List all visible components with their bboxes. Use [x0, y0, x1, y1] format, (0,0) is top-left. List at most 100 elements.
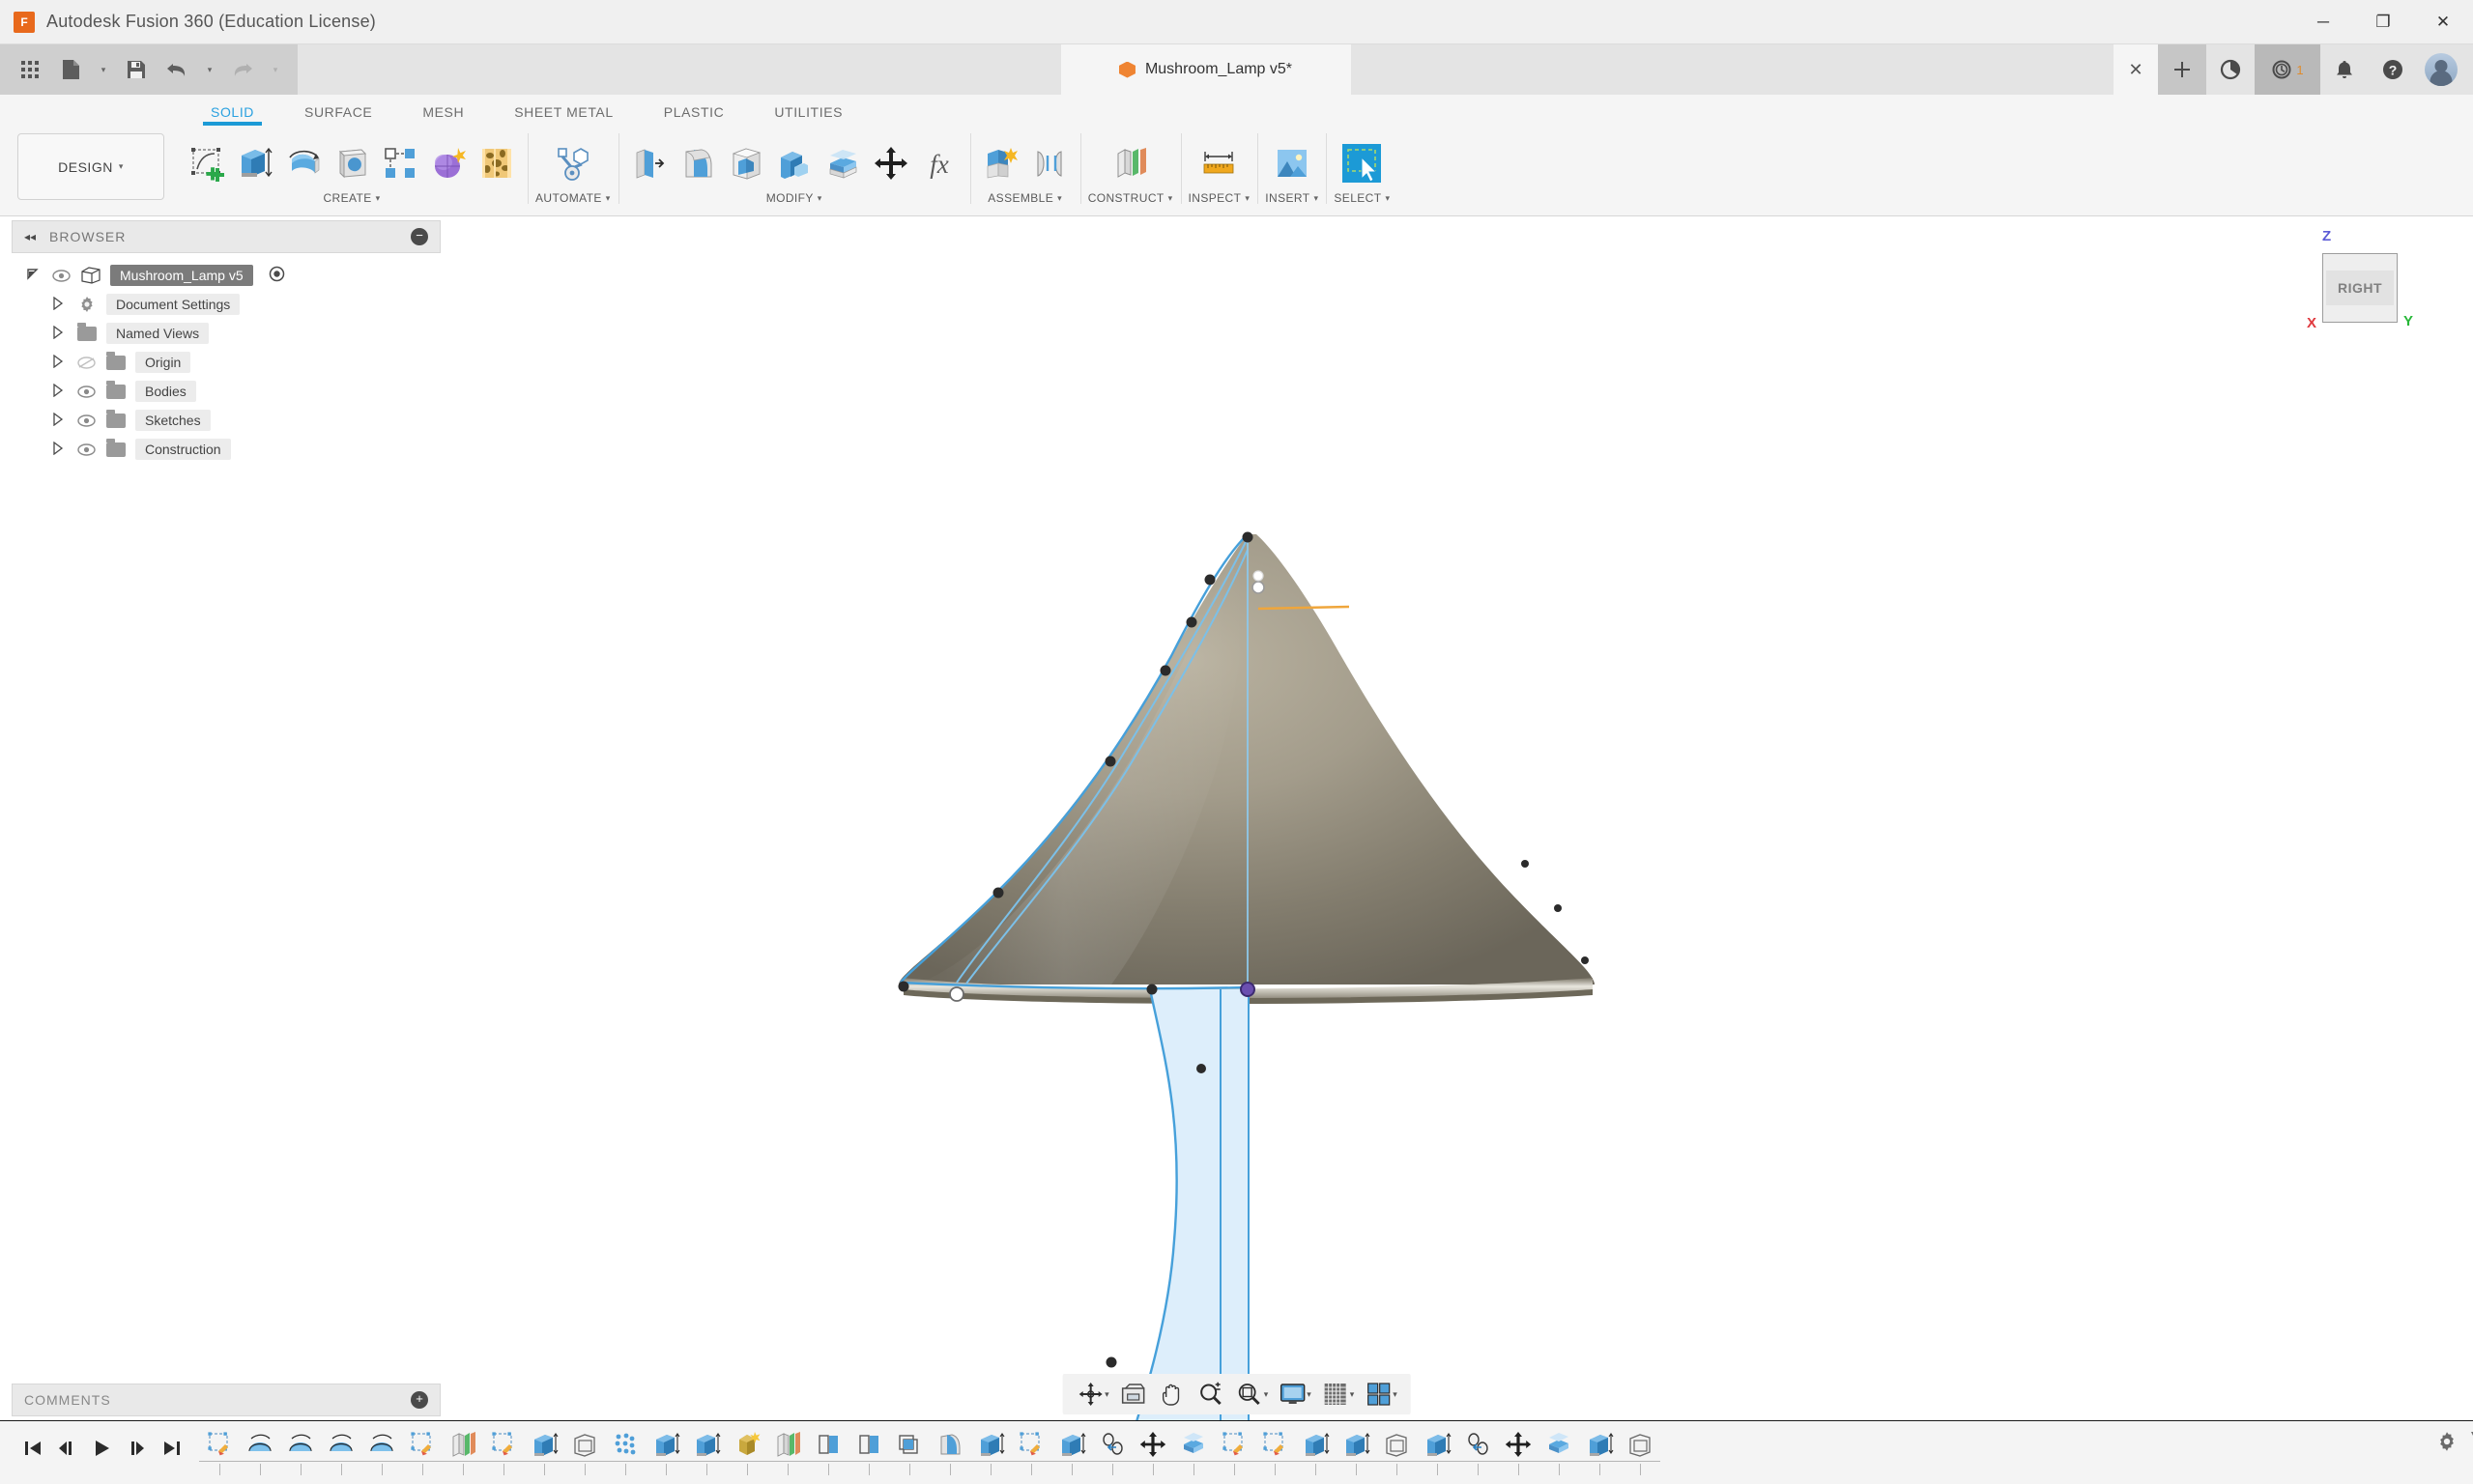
- tree-item-origin[interactable]: Origin: [23, 348, 443, 377]
- undo-icon[interactable]: [157, 44, 197, 95]
- new-component-icon[interactable]: [978, 137, 1024, 189]
- timeline-feature-35[interactable]: [1620, 1425, 1660, 1475]
- timeline-feature-32[interactable]: [1498, 1425, 1538, 1475]
- tab-mesh[interactable]: MESH: [397, 104, 489, 126]
- extrude-icon[interactable]: [232, 137, 278, 189]
- timeline-feature-29[interactable]: [1376, 1425, 1417, 1475]
- timeline-feature-18[interactable]: [930, 1425, 970, 1475]
- visibility-eye-icon[interactable]: [50, 270, 72, 282]
- move-copy-icon[interactable]: [868, 137, 914, 189]
- visibility-eye-off-icon[interactable]: [75, 357, 97, 369]
- panel-insert-label[interactable]: INSERT ▾: [1265, 191, 1318, 205]
- canvas-area[interactable]: ◂◂ BROWSER − Mushroom_Lamp v5: [0, 216, 2473, 1420]
- view-cube[interactable]: Z X Y RIGHT: [2287, 226, 2423, 342]
- view-cube-face[interactable]: RIGHT: [2322, 253, 2398, 323]
- timeline-feature-25[interactable]: [1214, 1425, 1254, 1475]
- tree-item-bodies[interactable]: Bodies: [23, 377, 443, 406]
- redo-icon[interactable]: [222, 44, 263, 95]
- timeline-feature-26[interactable]: [1254, 1425, 1295, 1475]
- panel-select-label[interactable]: SELECT ▾: [1334, 191, 1390, 205]
- browser-minimize-button[interactable]: −: [411, 228, 428, 245]
- step-back-icon[interactable]: [52, 1429, 83, 1468]
- mesh-pattern-icon[interactable]: [474, 137, 520, 189]
- timeline-feature-19[interactable]: [970, 1425, 1011, 1475]
- timeline-settings-gear-icon[interactable]: [2436, 1421, 2473, 1457]
- combine-icon[interactable]: [771, 137, 818, 189]
- panel-modify-label[interactable]: MODIFY ▾: [766, 191, 822, 205]
- undo-caret-icon[interactable]: ▾: [197, 44, 222, 95]
- timeline-feature-6[interactable]: [443, 1425, 483, 1475]
- timeline-feature-5[interactable]: [402, 1425, 443, 1475]
- timeline-feature-10[interactable]: [605, 1425, 646, 1475]
- timeline-feature-34[interactable]: [1579, 1425, 1620, 1475]
- visibility-eye-icon[interactable]: [75, 443, 97, 456]
- pan-icon[interactable]: [1154, 1378, 1191, 1411]
- add-comment-button[interactable]: +: [411, 1391, 428, 1409]
- tree-item-mushroom-lamp[interactable]: Mushroom_Lamp v5: [23, 261, 443, 290]
- expand-arrow-icon[interactable]: [48, 413, 68, 429]
- visibility-eye-icon[interactable]: [75, 385, 97, 398]
- orbit-caret-icon[interactable]: ▾: [1105, 1389, 1109, 1400]
- expand-arrow-icon[interactable]: [48, 326, 68, 342]
- timeline-feature-0[interactable]: [199, 1425, 240, 1475]
- document-tab-mushroom-lamp[interactable]: Mushroom_Lamp v5*: [1061, 44, 1351, 95]
- expand-arrow-icon[interactable]: [48, 297, 68, 313]
- insert-image-icon[interactable]: [1269, 137, 1315, 189]
- display-settings-icon[interactable]: [1274, 1378, 1310, 1411]
- revolve-icon[interactable]: [280, 137, 327, 189]
- timeline-feature-9[interactable]: [564, 1425, 605, 1475]
- expand-arrow-icon[interactable]: [48, 384, 68, 400]
- press-pull-icon[interactable]: [626, 137, 673, 189]
- timeline-feature-28[interactable]: [1336, 1425, 1376, 1475]
- close-tab-button[interactable]: ✕: [2114, 44, 2158, 95]
- tab-surface[interactable]: SURFACE: [279, 104, 397, 126]
- panel-create-label[interactable]: CREATE ▾: [323, 191, 380, 205]
- go-to-end-icon[interactable]: [157, 1429, 187, 1468]
- minimize-button[interactable]: ─: [2293, 0, 2353, 43]
- timeline-feature-11[interactable]: [646, 1425, 686, 1475]
- stem-sketch-profile[interactable]: [1109, 985, 1249, 1420]
- job-status-button[interactable]: 1: [2255, 44, 2320, 95]
- panel-automate-label[interactable]: AUTOMATE ▾: [535, 191, 611, 205]
- tab-plastic[interactable]: PLASTIC: [639, 104, 750, 126]
- grid-snaps-caret-icon[interactable]: ▾: [1350, 1389, 1355, 1400]
- zoom-window-caret-icon[interactable]: ▾: [1264, 1389, 1269, 1400]
- display-settings-caret-icon[interactable]: ▾: [1307, 1389, 1311, 1400]
- new-document-icon[interactable]: [50, 44, 91, 95]
- workspace-selector[interactable]: DESIGN ▾: [17, 133, 164, 200]
- pattern-icon[interactable]: [377, 137, 423, 189]
- mushroom-cap[interactable]: [899, 534, 1595, 1004]
- redo-caret-icon[interactable]: ▾: [263, 44, 288, 95]
- timeline-feature-27[interactable]: [1295, 1425, 1336, 1475]
- measure-icon[interactable]: [1195, 137, 1242, 189]
- timeline-feature-17[interactable]: [889, 1425, 930, 1475]
- save-icon[interactable]: [116, 44, 157, 95]
- timeline-feature-20[interactable]: [1011, 1425, 1051, 1475]
- panel-construct-label[interactable]: CONSTRUCT ▾: [1088, 191, 1173, 205]
- timeline-feature-12[interactable]: [686, 1425, 727, 1475]
- extensions-icon[interactable]: [2206, 44, 2255, 95]
- timeline-feature-33[interactable]: [1538, 1425, 1579, 1475]
- zoom-window-icon[interactable]: [1231, 1378, 1268, 1411]
- timeline-feature-24[interactable]: [1173, 1425, 1214, 1475]
- timeline-feature-13[interactable]: [727, 1425, 767, 1475]
- create-form-icon[interactable]: [425, 137, 472, 189]
- timeline-feature-15[interactable]: [808, 1425, 848, 1475]
- timeline-feature-14[interactable]: [767, 1425, 808, 1475]
- timeline-feature-4[interactable]: [361, 1425, 402, 1475]
- visibility-eye-icon[interactable]: [75, 414, 97, 427]
- new-tab-button[interactable]: [2158, 44, 2206, 95]
- new-document-caret-icon[interactable]: ▾: [91, 44, 116, 95]
- avatar[interactable]: [2425, 53, 2458, 86]
- sweep-icon[interactable]: [329, 137, 375, 189]
- timeline-feature-1[interactable]: [240, 1425, 280, 1475]
- orbit-icon[interactable]: [1072, 1378, 1108, 1411]
- app-grid-icon[interactable]: [10, 44, 50, 95]
- timeline-feature-2[interactable]: [280, 1425, 321, 1475]
- tree-item-sketches[interactable]: Sketches: [23, 406, 443, 435]
- notifications-icon[interactable]: [2320, 44, 2369, 95]
- fillet-icon[interactable]: [675, 137, 721, 189]
- tree-item-named-views[interactable]: Named Views: [23, 319, 443, 348]
- joint-icon[interactable]: [1026, 137, 1073, 189]
- timeline-feature-30[interactable]: [1417, 1425, 1457, 1475]
